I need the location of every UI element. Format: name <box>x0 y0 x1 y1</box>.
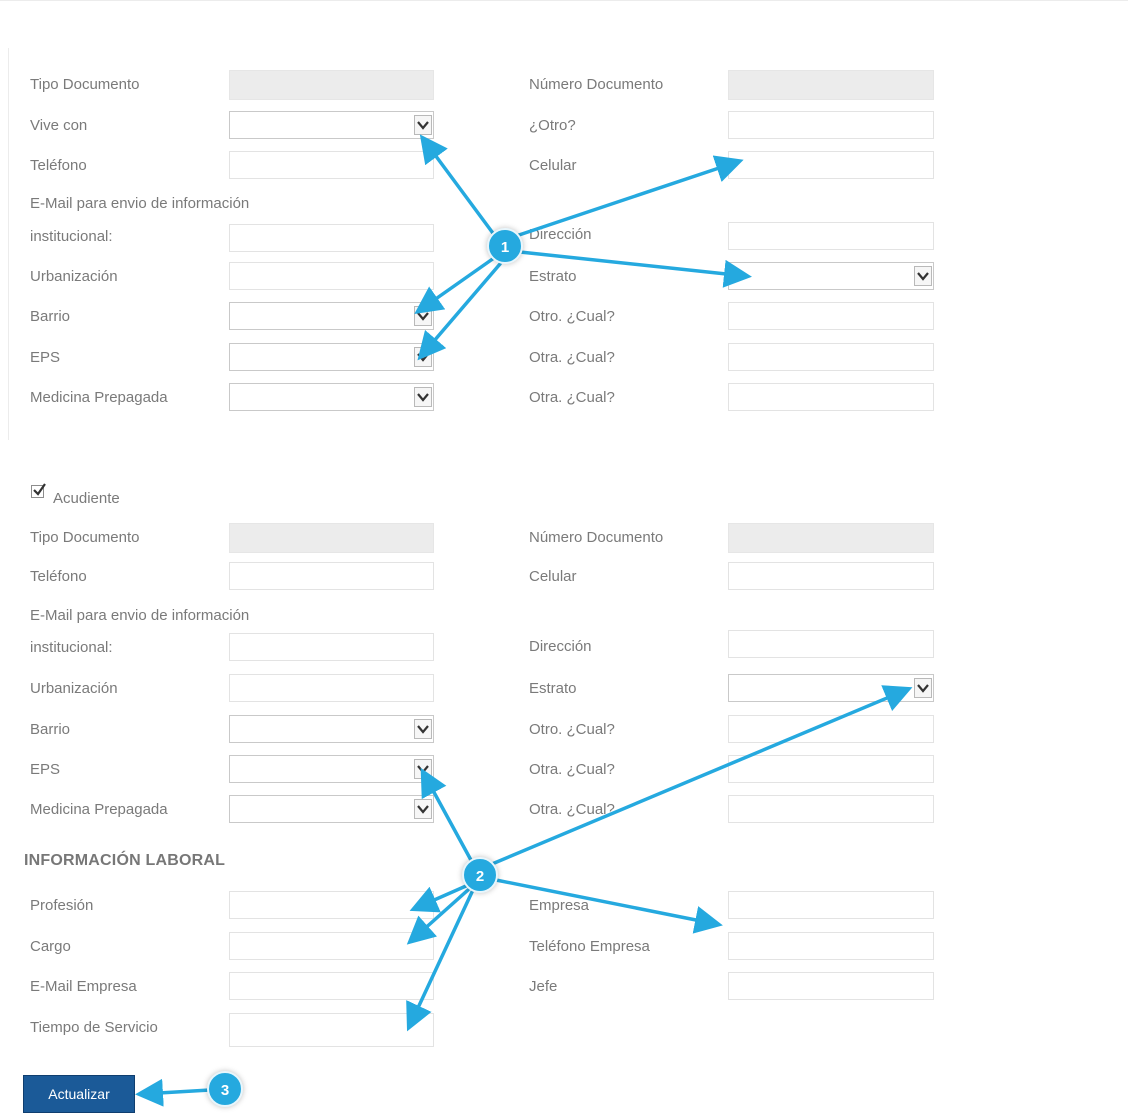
label-email-empresa: E-Mail Empresa <box>30 978 137 995</box>
acudiente-celular-input[interactable] <box>728 562 934 590</box>
tiempo-servicio-input[interactable] <box>229 1013 434 1047</box>
label-tipo-documento: Tipo Documento <box>30 76 140 93</box>
chevron-down-icon[interactable] <box>414 387 432 407</box>
label-barrio: Barrio <box>30 721 71 738</box>
numero-documento-field <box>728 70 934 100</box>
eps-select[interactable] <box>229 343 434 371</box>
chevron-down-icon[interactable] <box>414 759 432 779</box>
label-cargo: Cargo <box>30 938 71 955</box>
label-telefono: Teléfono <box>30 568 87 585</box>
vive-con-select[interactable] <box>229 111 434 139</box>
otra-cual-eps-input[interactable] <box>728 343 934 371</box>
label-email-line1: E-Mail para envio de información <box>30 195 250 212</box>
acudiente-medicina-prepagada-select[interactable] <box>229 795 434 823</box>
label-numero-documento: Número Documento <box>529 529 664 546</box>
label-otro-cual: Otro. ¿Cual? <box>529 721 615 738</box>
profesion-input[interactable] <box>229 891 434 919</box>
label-numero-documento: Número Documento <box>529 76 664 93</box>
label-urbanizacion: Urbanización <box>30 268 118 285</box>
label-tipo-documento: Tipo Documento <box>30 529 140 546</box>
acudiente-urbanizacion-input[interactable] <box>229 674 434 702</box>
check-icon <box>33 483 46 496</box>
label-celular: Celular <box>529 157 577 174</box>
acudiente-label: Acudiente <box>53 490 120 507</box>
barrio-select[interactable] <box>229 302 434 330</box>
label-email-line2: institucional: <box>30 228 113 245</box>
label-urbanizacion: Urbanización <box>30 680 118 697</box>
top-divider <box>0 0 1128 1</box>
chevron-down-icon[interactable] <box>414 799 432 819</box>
label-medicina-prepagada: Medicina Prepagada <box>30 801 168 818</box>
label-otra-cual-1: Otra. ¿Cual? <box>529 349 615 366</box>
label-email-line2: institucional: <box>30 639 113 656</box>
label-estrato: Estrato <box>529 680 577 697</box>
celular-input[interactable] <box>728 151 934 179</box>
otro-cual-input[interactable] <box>728 302 934 330</box>
acudiente-otra-cual-eps-input[interactable] <box>728 755 934 783</box>
callout-3-arrow-actualizar <box>135 1078 212 1107</box>
label-otro: ¿Otro? <box>529 117 576 134</box>
urbanizacion-input[interactable] <box>229 262 434 290</box>
acudiente-eps-select[interactable] <box>229 755 434 783</box>
label-otra-cual-2: Otra. ¿Cual? <box>529 801 615 818</box>
empresa-input[interactable] <box>728 891 934 919</box>
label-telefono: Teléfono <box>30 157 87 174</box>
acudiente-tipo-documento-field <box>229 523 434 553</box>
laboral-section-title: INFORMACIÓN LABORAL <box>24 852 226 869</box>
chevron-down-icon[interactable] <box>914 678 932 698</box>
otro-input[interactable] <box>728 111 934 139</box>
acudiente-numero-documento-field <box>728 523 934 553</box>
label-otra-cual-2: Otra. ¿Cual? <box>529 389 615 406</box>
email-input[interactable] <box>229 224 434 252</box>
label-celular: Celular <box>529 568 577 585</box>
callout-badge-2: 2 <box>462 857 498 893</box>
label-barrio: Barrio <box>30 308 71 325</box>
email-empresa-input[interactable] <box>229 972 434 1000</box>
label-profesion: Profesión <box>30 897 94 914</box>
label-otra-cual-1: Otra. ¿Cual? <box>529 761 615 778</box>
acudiente-otro-cual-input[interactable] <box>728 715 934 743</box>
medicina-prepagada-select[interactable] <box>229 383 434 411</box>
acudiente-checkbox[interactable] <box>31 483 46 498</box>
label-eps: EPS <box>30 761 61 778</box>
acudiente-estrato-select[interactable] <box>728 674 934 702</box>
label-medicina-prepagada: Medicina Prepagada <box>30 389 168 406</box>
chevron-down-icon[interactable] <box>914 266 932 286</box>
acudiente-telefono-input[interactable] <box>229 562 434 590</box>
label-jefe: Jefe <box>529 978 558 995</box>
label-otro-cual: Otro. ¿Cual? <box>529 308 615 325</box>
tipo-documento-field <box>229 70 434 100</box>
label-direccion: Dirección <box>529 226 592 243</box>
estrato-select[interactable] <box>728 262 934 290</box>
chevron-down-icon[interactable] <box>414 719 432 739</box>
telefono-input[interactable] <box>229 151 434 179</box>
label-vive-con: Vive con <box>30 117 88 134</box>
label-direccion: Dirección <box>529 638 592 655</box>
chevron-down-icon[interactable] <box>414 306 432 326</box>
update-button[interactable]: Actualizar <box>23 1075 135 1113</box>
callout-badge-3: 3 <box>207 1071 243 1107</box>
acudiente-otra-cual-medicina-input[interactable] <box>728 795 934 823</box>
cargo-input[interactable] <box>229 932 434 960</box>
label-estrato: Estrato <box>529 268 577 285</box>
label-telefono-empresa: Teléfono Empresa <box>529 938 650 955</box>
telefono-empresa-input[interactable] <box>728 932 934 960</box>
acudiente-direccion-input[interactable] <box>728 630 934 658</box>
direccion-input[interactable] <box>728 222 934 250</box>
jefe-input[interactable] <box>728 972 934 1000</box>
label-tiempo-servicio: Tiempo de Servicio <box>30 1019 158 1036</box>
callout-badge-1: 1 <box>487 228 523 264</box>
label-eps: EPS <box>30 349 61 366</box>
acudiente-email-input[interactable] <box>229 633 434 661</box>
label-email-line1: E-Mail para envio de información <box>30 607 250 624</box>
chevron-down-icon[interactable] <box>414 115 432 135</box>
personal-info-panel <box>8 48 1128 440</box>
otra-cual-medicina-input[interactable] <box>728 383 934 411</box>
acudiente-barrio-select[interactable] <box>229 715 434 743</box>
label-empresa: Empresa <box>529 897 590 914</box>
chevron-down-icon[interactable] <box>414 347 432 367</box>
